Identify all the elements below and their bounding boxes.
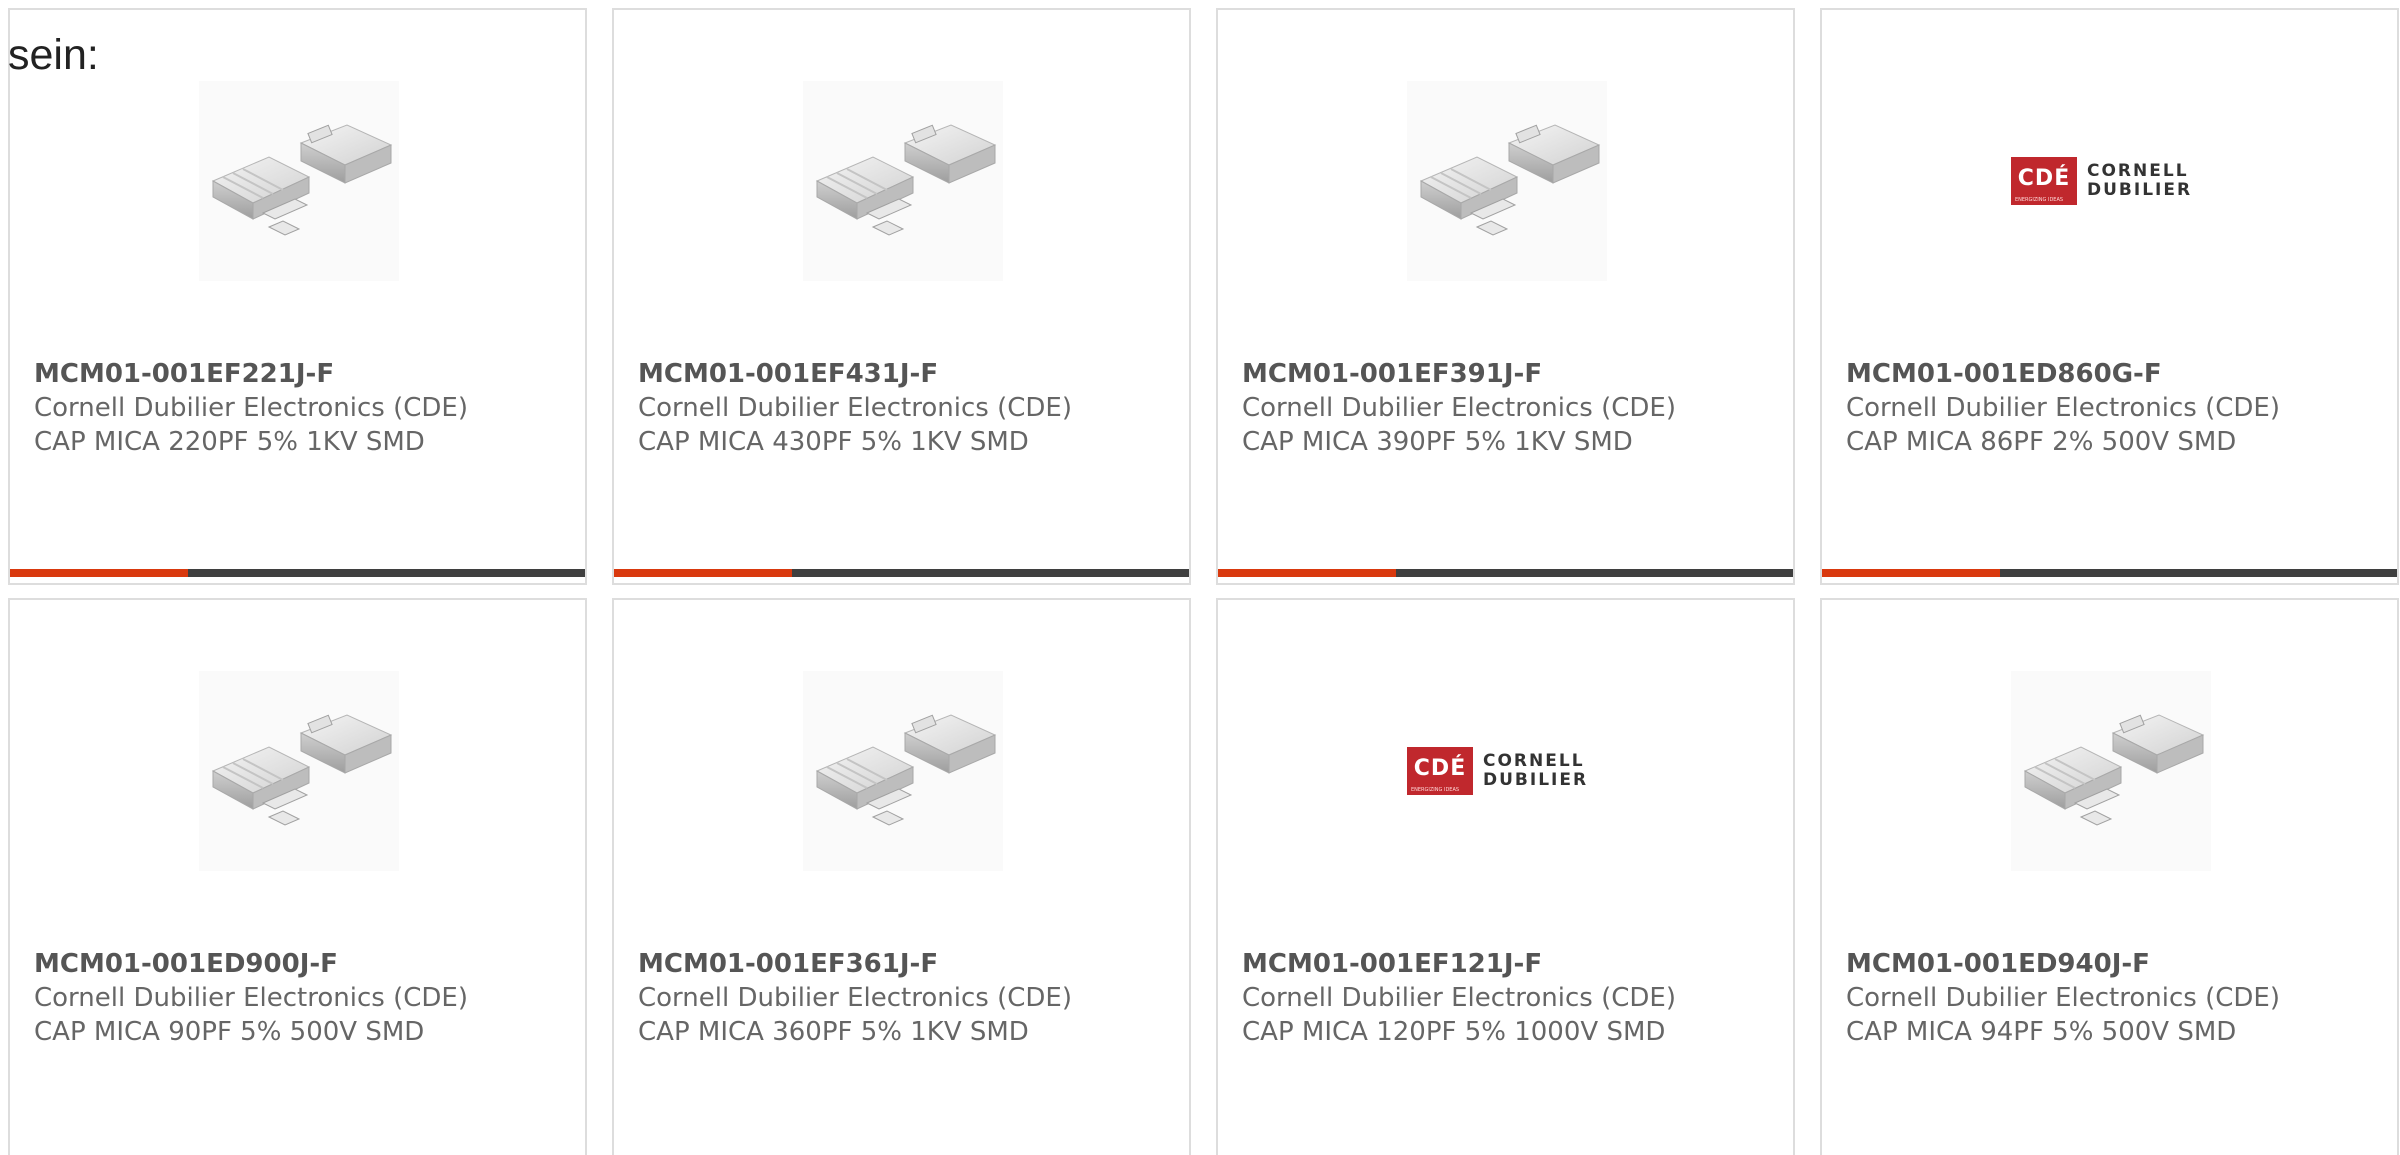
product-description: CAP MICA 360PF 5% 1KV SMD xyxy=(638,1017,1029,1047)
progress-bar xyxy=(614,569,1189,577)
manufacturer-name: Cornell Dubilier Electronics (CDE) xyxy=(1242,393,1676,423)
product-image[interactable] xyxy=(199,81,399,281)
product-image[interactable] xyxy=(2011,671,2211,871)
product-info: MCM01-001ED900J-F Cornell Dubilier Electr… xyxy=(34,947,575,1049)
capacitor-image xyxy=(199,671,399,871)
manufacturer-name: Cornell Dubilier Electronics (CDE) xyxy=(638,983,1072,1013)
product-info: MCM01-001EF221J-F Cornell Dubilier Electr… xyxy=(34,357,575,459)
progress-bar xyxy=(1218,569,1793,577)
capacitor-image xyxy=(803,671,1003,871)
product-image[interactable]: CDÉ ENERGIZING IDEAS CORNELL DUBILIER xyxy=(2011,81,2211,281)
product-card[interactable]: MCM01-001EF361J-F Cornell Dubilier Electr… xyxy=(612,598,1191,1155)
product-description: CAP MICA 220PF 5% 1KV SMD xyxy=(34,427,425,457)
product-card[interactable]: MCM01-001EF391J-F Cornell Dubilier Electr… xyxy=(1216,8,1795,585)
progress-bar xyxy=(1822,569,2397,577)
product-card[interactable]: MCM01-001EF431J-F Cornell Dubilier Electr… xyxy=(612,8,1191,585)
product-info: MCM01-001EF391J-F Cornell Dubilier Electr… xyxy=(1242,357,1783,459)
product-image[interactable] xyxy=(803,81,1003,281)
capacitor-image xyxy=(803,81,1003,281)
product-card[interactable]: CDÉ ENERGIZING IDEAS CORNELL DUBILIER MC… xyxy=(1820,8,2399,585)
progress-bar xyxy=(10,569,585,577)
product-image[interactable] xyxy=(803,671,1003,871)
part-number-link[interactable]: MCM01-001EF121J-F xyxy=(1242,947,1783,981)
progress-fill xyxy=(614,569,793,577)
manufacturer-name: Cornell Dubilier Electronics (CDE) xyxy=(1846,393,2280,423)
capacitor-image xyxy=(1407,81,1607,281)
manufacturer-name: Cornell Dubilier Electronics (CDE) xyxy=(34,983,468,1013)
product-info: MCM01-001EF361J-F Cornell Dubilier Electr… xyxy=(638,947,1179,1049)
product-info: MCM01-001ED940J-F Cornell Dubilier Electr… xyxy=(1846,947,2387,1049)
product-card[interactable]: MCM01-001ED900J-F Cornell Dubilier Electr… xyxy=(8,598,587,1155)
manufacturer-name: Cornell Dubilier Electronics (CDE) xyxy=(1846,983,2280,1013)
cornell-dubilier-logo: CDÉ ENERGIZING IDEAS CORNELL DUBILIER xyxy=(2011,157,2211,205)
product-info: MCM01-001ED860G-F Cornell Dubilier Electr… xyxy=(1846,357,2387,459)
product-description: CAP MICA 90PF 5% 500V SMD xyxy=(34,1017,425,1047)
capacitor-image xyxy=(2011,671,2211,871)
part-number-link[interactable]: MCM01-001ED860G-F xyxy=(1846,357,2387,391)
product-description: CAP MICA 390PF 5% 1KV SMD xyxy=(1242,427,1633,457)
product-info: MCM01-001EF431J-F Cornell Dubilier Electr… xyxy=(638,357,1179,459)
part-number-link[interactable]: MCM01-001EF431J-F xyxy=(638,357,1179,391)
manufacturer-name: Cornell Dubilier Electronics (CDE) xyxy=(34,393,468,423)
product-info: MCM01-001EF121J-F Cornell Dubilier Electr… xyxy=(1242,947,1783,1049)
cornell-dubilier-logo: CDÉ ENERGIZING IDEAS CORNELL DUBILIER xyxy=(1407,747,1607,795)
product-card[interactable]: MCM01-001EF221J-F Cornell Dubilier Electr… xyxy=(8,8,587,585)
product-image[interactable] xyxy=(1407,81,1607,281)
manufacturer-name: Cornell Dubilier Electronics (CDE) xyxy=(1242,983,1676,1013)
product-card[interactable]: CDÉ ENERGIZING IDEAS CORNELL DUBILIER MC… xyxy=(1216,598,1795,1155)
product-image[interactable] xyxy=(199,671,399,871)
product-description: CAP MICA 94PF 5% 500V SMD xyxy=(1846,1017,2237,1047)
part-number-link[interactable]: MCM01-001EF221J-F xyxy=(34,357,575,391)
manufacturer-name: Cornell Dubilier Electronics (CDE) xyxy=(638,393,1072,423)
part-number-link[interactable]: MCM01-001ED900J-F xyxy=(34,947,575,981)
product-image[interactable]: CDÉ ENERGIZING IDEAS CORNELL DUBILIER xyxy=(1407,671,1607,871)
product-description: CAP MICA 430PF 5% 1KV SMD xyxy=(638,427,1029,457)
page: sein: MCM01-001EF221J-F Cornell Dubilier… xyxy=(0,0,2400,1155)
progress-fill xyxy=(1822,569,2001,577)
product-card[interactable]: MCM01-001ED940J-F Cornell Dubilier Electr… xyxy=(1820,598,2399,1155)
product-grid: MCM01-001EF221J-F Cornell Dubilier Electr… xyxy=(0,0,2400,1155)
capacitor-image xyxy=(199,81,399,281)
product-description: CAP MICA 86PF 2% 500V SMD xyxy=(1846,427,2237,457)
progress-fill xyxy=(10,569,189,577)
part-number-link[interactable]: MCM01-001EF391J-F xyxy=(1242,357,1783,391)
intro-text: sein: xyxy=(8,31,99,79)
part-number-link[interactable]: MCM01-001ED940J-F xyxy=(1846,947,2387,981)
progress-fill xyxy=(1218,569,1397,577)
product-description: CAP MICA 120PF 5% 1000V SMD xyxy=(1242,1017,1666,1047)
part-number-link[interactable]: MCM01-001EF361J-F xyxy=(638,947,1179,981)
